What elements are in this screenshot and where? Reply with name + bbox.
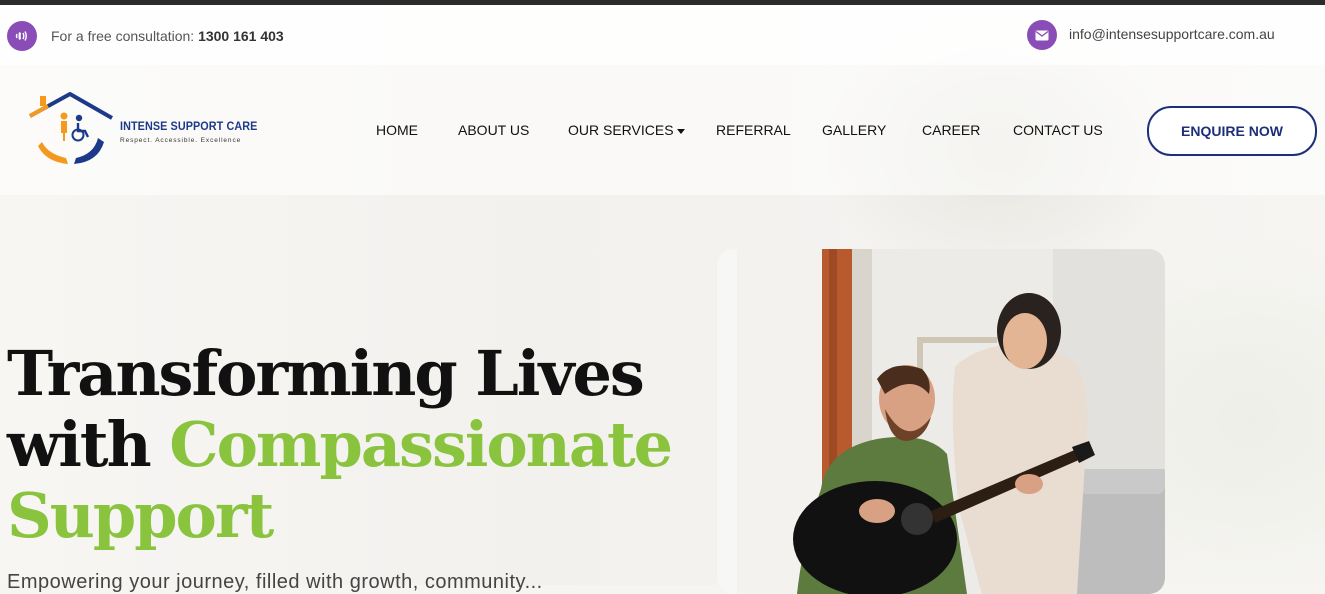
nav-gallery[interactable]: GALLERY <box>822 122 886 138</box>
consultation-prefix: For a free consultation: <box>51 28 195 44</box>
phone-number-link[interactable]: 1300 161 403 <box>198 28 284 44</box>
nav-contact-us[interactable]: CONTACT US <box>1013 122 1103 138</box>
caret-down-icon <box>676 128 685 134</box>
nav-our-services[interactable]: OUR SERVICES <box>568 122 685 138</box>
logo-tagline: Respect. Accessible. Excellence <box>120 137 242 144</box>
consultation-text: For a free consultation: 1300 161 403 <box>51 28 284 44</box>
site-header: INTENSE SUPPORT CARE Respect. Accessible… <box>0 65 1325 195</box>
hero-photo <box>717 249 1165 594</box>
logo-emblem-icon <box>29 92 113 164</box>
hero-highlight-2: Support <box>7 479 274 552</box>
nav-our-services-label: OUR SERVICES <box>568 122 674 138</box>
nav-home[interactable]: HOME <box>376 122 418 138</box>
hero-title-line2-prefix: with <box>7 408 170 481</box>
nav-referral[interactable]: REFERRAL <box>716 122 791 138</box>
site-logo[interactable]: INTENSE SUPPORT CARE Respect. Accessible… <box>28 92 258 172</box>
logo-name: INTENSE SUPPORT CARE <box>120 119 258 133</box>
phone-volume-icon[interactable] <box>7 21 37 51</box>
enquire-now-button[interactable]: ENQUIRE NOW <box>1147 106 1317 156</box>
hero-highlight: Compassionate <box>169 408 673 481</box>
envelope-icon[interactable] <box>1027 20 1057 50</box>
hero-subtitle: Empowering your journey, filled with gro… <box>7 571 543 593</box>
hero-title-line1: Transforming Lives <box>7 337 645 410</box>
top-contact-bar: For a free consultation: 1300 161 403 in… <box>0 5 1325 65</box>
hero-title: Transforming Lives with Compassionate Su… <box>7 338 707 551</box>
nav-about-us[interactable]: ABOUT US <box>458 122 529 138</box>
email-link[interactable]: info@intensesupportcare.com.au <box>1069 26 1275 42</box>
nav-career[interactable]: CAREER <box>922 122 980 138</box>
couple-with-guitar-illustration <box>717 249 1165 594</box>
